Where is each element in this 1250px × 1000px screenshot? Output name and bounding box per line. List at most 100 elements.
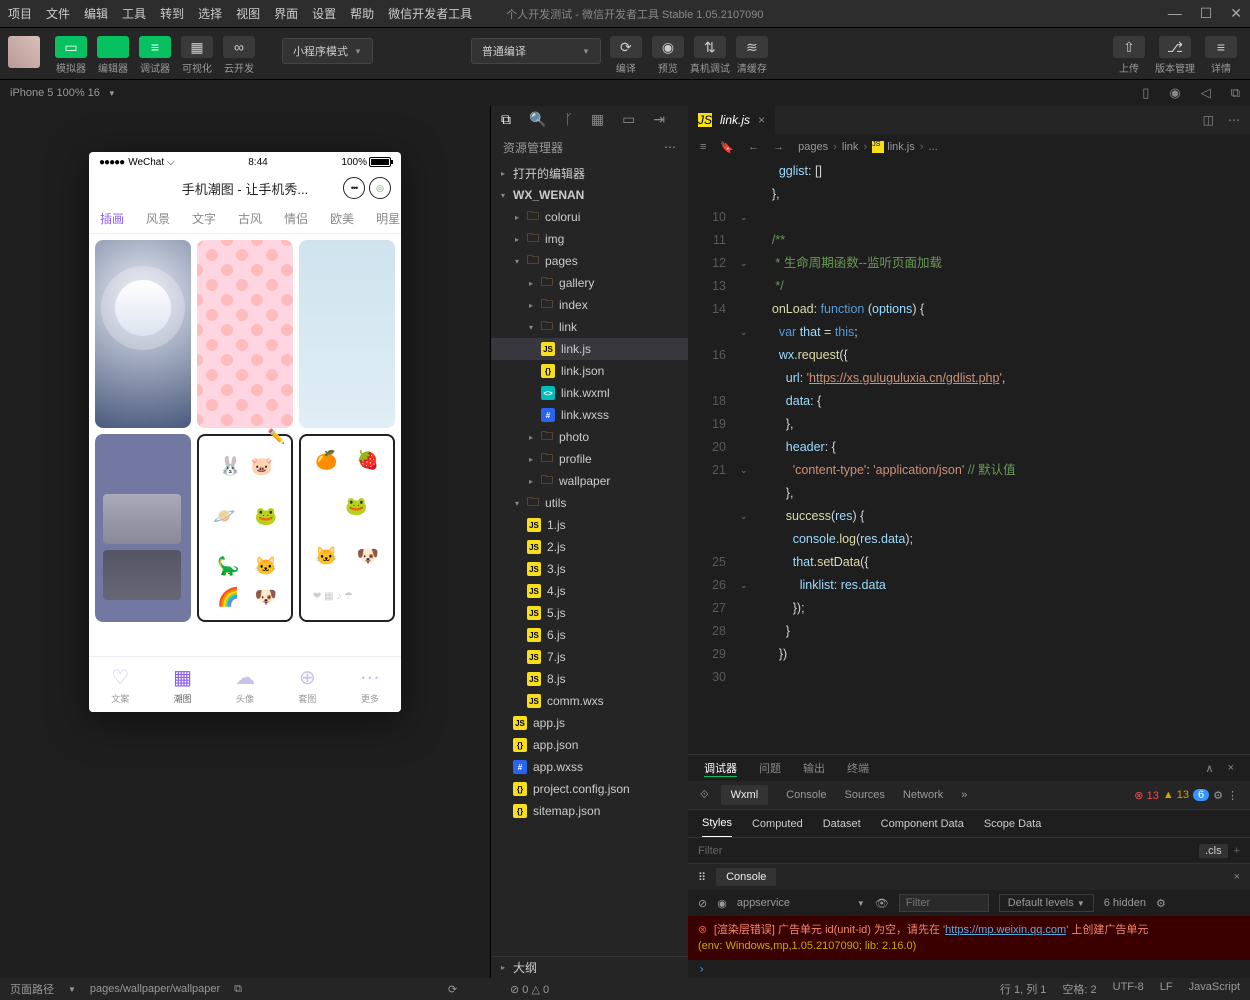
files-icon[interactable]: ⧉	[501, 111, 511, 128]
tree-node[interactable]: {}link.json	[491, 360, 688, 382]
phone-tab[interactable]: 明星	[365, 210, 401, 227]
cls-toggle[interactable]: .cls	[1199, 844, 1228, 858]
toolbar-button[interactable]: ⇅真机调试	[689, 32, 731, 75]
tree-node[interactable]: {}project.config.json	[491, 778, 688, 800]
console-close-icon[interactable]: ×	[1234, 871, 1240, 883]
tree-node[interactable]: ▾🗀pages	[491, 250, 688, 272]
tabbar-item[interactable]: ☁头像	[214, 657, 276, 712]
tree-node[interactable]: ▸🗀profile	[491, 448, 688, 470]
phone-tabs[interactable]: 插画风景文字古风情侣欧美明星	[89, 204, 401, 234]
tree-node[interactable]: JS8.js	[491, 668, 688, 690]
back-icon[interactable]: ←	[748, 141, 759, 153]
editor-tab[interactable]: JSlink.js×	[688, 106, 775, 134]
status-item[interactable]: UTF-8	[1113, 981, 1144, 997]
style-tab[interactable]: Computed	[752, 818, 803, 830]
tree-node[interactable]: {}sitemap.json	[491, 800, 688, 822]
collapse-icon[interactable]: ⇥	[653, 111, 665, 128]
phone-tab[interactable]: 文字	[181, 210, 227, 227]
status-item[interactable]: 行 1, 列 1	[1000, 981, 1046, 997]
error-link[interactable]: https://mp.weixin.qq.com	[945, 924, 1066, 936]
phone-tab[interactable]: 插画	[89, 210, 135, 227]
wallpaper-card[interactable]: 🐰🐷 🪐🐸 🦕🐱 🌈🐶	[197, 434, 293, 622]
capsule-menu-icon[interactable]	[343, 177, 365, 199]
close-tab-icon[interactable]: ×	[758, 113, 765, 127]
device-icon[interactable]: ▯	[1142, 85, 1149, 101]
wallpaper-card[interactable]	[95, 240, 191, 428]
list-icon[interactable]: ≡	[700, 141, 706, 153]
status-item[interactable]: 空格: 2	[1062, 981, 1096, 997]
menu-item[interactable]: 界面	[274, 5, 298, 22]
tree-node[interactable]: JS7.js	[491, 646, 688, 668]
tree-node[interactable]: ▾🗀utils	[491, 492, 688, 514]
menu-item[interactable]: 项目	[8, 5, 32, 22]
toolbar-button[interactable]: ≡调试器	[134, 32, 176, 75]
tabbar-item[interactable]: ⊕套图	[276, 657, 338, 712]
maximize-icon[interactable]: ☐	[1200, 5, 1213, 22]
sync-icon[interactable]: ⟳	[448, 983, 457, 996]
status-item[interactable]: JavaScript	[1189, 981, 1240, 997]
menu-item[interactable]: 视图	[236, 5, 260, 22]
mode-select[interactable]: 小程序模式▼	[282, 38, 373, 64]
console-context[interactable]: appservice	[737, 897, 847, 909]
section-outline[interactable]: ▸大纲	[491, 956, 688, 978]
add-style-icon[interactable]: +	[1234, 845, 1240, 857]
devtools-tabs[interactable]: ⟐ WxmlConsoleSourcesNetwork»⊗ 13▲ 136⚙⋮	[688, 781, 1250, 809]
tree-node[interactable]: <>link.wxml	[491, 382, 688, 404]
phone-tab[interactable]: 欧美	[319, 210, 365, 227]
eye-icon[interactable]: 👁	[875, 897, 889, 910]
record-icon[interactable]: ◉	[1169, 85, 1180, 101]
path-label[interactable]: 页面路径	[10, 981, 54, 997]
toolbar-button[interactable]: ◉预览	[647, 32, 689, 75]
console-prompt[interactable]: ›	[688, 960, 1250, 978]
tree-node[interactable]: JScomm.wxs	[491, 690, 688, 712]
devtools-tab[interactable]: Network	[903, 789, 943, 801]
style-filter[interactable]: Filter	[698, 845, 722, 857]
panel-tab[interactable]: 调试器	[704, 760, 737, 777]
branch-icon[interactable]: ᚴ	[564, 111, 572, 127]
page-path[interactable]: pages/wallpaper/wallpaper	[90, 983, 220, 995]
tabbar-item[interactable]: ▦潮图	[151, 657, 213, 712]
more-icon[interactable]: ⋯	[664, 140, 676, 154]
tree-node[interactable]: JSapp.js	[491, 712, 688, 734]
close-icon[interactable]: ✕	[1230, 5, 1242, 22]
gear-icon[interactable]: ⚙	[1213, 789, 1223, 802]
tree-node[interactable]: {}app.json	[491, 734, 688, 756]
capsule-close-icon[interactable]	[369, 177, 391, 199]
toolbar-button[interactable]: ⎇版本管理	[1154, 32, 1196, 75]
copy-icon[interactable]: ⧉	[1231, 85, 1240, 101]
menu-item[interactable]: 微信开发者工具	[388, 5, 472, 22]
search-icon[interactable]: 🔍	[529, 111, 546, 128]
chevron-up-icon[interactable]: ∧	[1206, 762, 1214, 775]
toolbar-button[interactable]: ▭模拟器	[50, 32, 92, 75]
inspect-icon[interactable]: ⟐	[700, 789, 709, 802]
log-levels[interactable]: Default levels ▼	[999, 894, 1094, 912]
tree-node[interactable]: JS6.js	[491, 624, 688, 646]
tree-node[interactable]: JS3.js	[491, 558, 688, 580]
toolbar-button[interactable]: ▦可视化	[176, 32, 218, 75]
toolbar-button[interactable]: ≡详情	[1200, 32, 1242, 75]
menu-item[interactable]: 工具	[122, 5, 146, 22]
section-project[interactable]: ▾WX_WENAN	[491, 184, 688, 206]
panel-tab[interactable]: 终端	[847, 760, 869, 776]
more-tabs-icon[interactable]: »	[961, 789, 967, 801]
tree-node[interactable]: ▸🗀wallpaper	[491, 470, 688, 492]
tree-node[interactable]: #link.wxss	[491, 404, 688, 426]
code-editor[interactable]: 10 11 12 13 14 16 18 19 20 21 25 26 27 2…	[688, 160, 1250, 754]
devtools-tab[interactable]: Sources	[845, 789, 885, 801]
phone-tab[interactable]: 情侣	[273, 210, 319, 227]
tree-node[interactable]: #app.wxss	[491, 756, 688, 778]
forward-icon[interactable]: →	[773, 141, 784, 153]
toolbar-button[interactable]: 编辑器	[92, 32, 134, 75]
box-icon[interactable]: ▭	[622, 111, 635, 128]
devtools-tab[interactable]: Wxml	[721, 785, 769, 805]
wallpaper-card[interactable]	[299, 240, 395, 428]
tabbar-item[interactable]: ⋯更多	[339, 657, 401, 712]
toolbar-button[interactable]: ∞云开发	[218, 32, 260, 75]
mute-icon[interactable]: ◁	[1201, 85, 1211, 101]
menu-item[interactable]: 编辑	[84, 5, 108, 22]
copy-path-icon[interactable]: ⧉	[234, 983, 242, 996]
diagnostics[interactable]: ⊘ 0 △ 0	[510, 983, 549, 996]
console-tab[interactable]: Console	[716, 868, 776, 886]
menu-item[interactable]: 选择	[198, 5, 222, 22]
wallpaper-card[interactable]	[197, 240, 293, 428]
